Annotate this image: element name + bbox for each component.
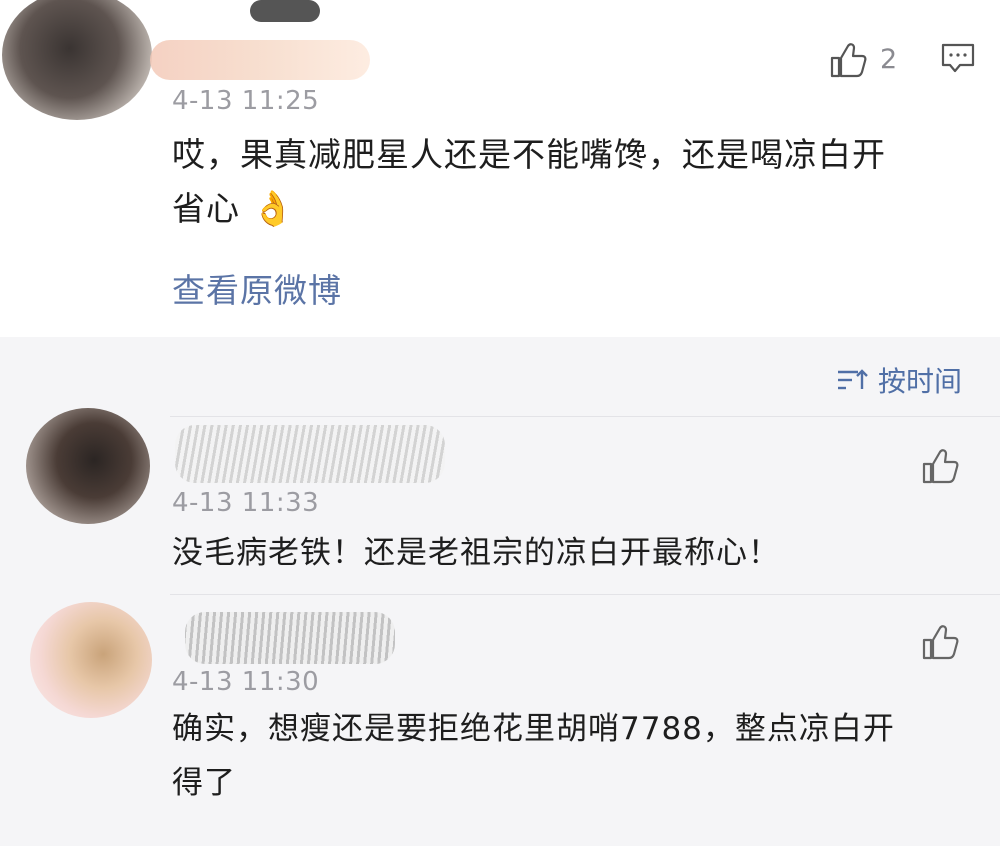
username-redacted[interactable] <box>150 40 370 80</box>
avatar[interactable] <box>26 408 150 524</box>
username-redacted[interactable] <box>175 425 445 483</box>
sort-label: 按时间 <box>878 365 963 398</box>
thumbs-up-icon[interactable] <box>920 622 960 662</box>
comment-text: 确实，想瘦还是要拒绝花里胡哨7788，整点凉白开 得了 <box>172 702 972 810</box>
divider <box>170 416 1000 417</box>
comment-timestamp: 4-13 11:30 <box>172 667 320 697</box>
like-count: 2 <box>880 44 898 75</box>
thumbs-up-icon[interactable] <box>828 40 868 80</box>
comment-timestamp: 4-13 11:33 <box>172 488 320 518</box>
sort-icon <box>838 369 868 390</box>
post-text: 哎，果真减肥星人还是不能嘴馋，还是喝凉白开 省心 👌 <box>172 128 972 236</box>
avatar[interactable] <box>30 602 152 718</box>
comment-icon[interactable] <box>940 42 976 76</box>
main-post-card: 4-13 11:25 2 哎，果真减肥星人还是不能嘴馋，还是喝凉白开 省心 👌 … <box>0 0 1000 337</box>
comment-text-line1: 确实，想瘦还是要拒绝花里胡哨7788，整点凉白开 <box>172 711 895 747</box>
redacted-mark <box>250 0 320 22</box>
view-original-link[interactable]: 查看原微博 <box>172 264 342 312</box>
post-text-line1: 哎，果真减肥星人还是不能嘴馋，还是喝凉白开 <box>172 135 886 174</box>
comment-text: 没毛病老铁！还是老祖宗的凉白开最称心！ <box>172 535 780 571</box>
avatar[interactable] <box>2 0 152 120</box>
username-redacted[interactable] <box>185 612 395 664</box>
comment-text-line2: 得了 <box>172 765 236 801</box>
post-text-line2-row: 省心 👌 <box>172 182 972 236</box>
post-text-line2: 省心 <box>172 189 240 228</box>
divider <box>170 594 1000 595</box>
thumbs-up-icon[interactable] <box>920 446 960 486</box>
ok-hand-emoji: 👌 <box>251 189 295 229</box>
sort-by-time-button[interactable]: 按时间 <box>836 360 962 400</box>
post-timestamp: 4-13 11:25 <box>172 86 320 116</box>
